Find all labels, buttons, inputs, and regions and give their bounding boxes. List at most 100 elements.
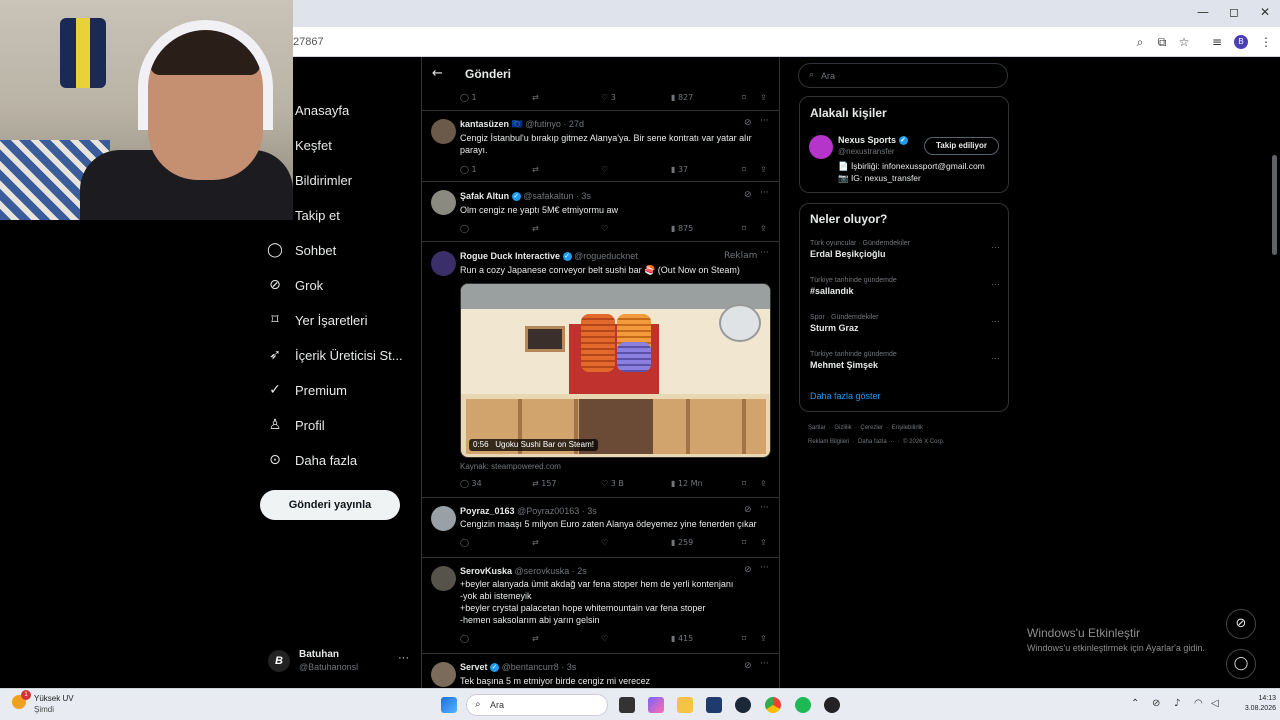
bookmark-button[interactable]: ⌑: [742, 479, 746, 488]
views-button[interactable]: ▮ 37: [671, 165, 688, 174]
following-button[interactable]: Takip ediliyor: [924, 137, 999, 155]
tweet-handle[interactable]: @safakaltun · 3s: [523, 191, 591, 201]
bookmark-button[interactable]: ⌑: [742, 93, 746, 102]
tweet[interactable]: SerovKuska @serovkuska · 2s ⊘ ··· +beyle…: [422, 558, 779, 654]
more-icon[interactable]: ···: [991, 242, 1000, 252]
menu-icon[interactable]: ⋮: [1258, 34, 1274, 50]
more-icon[interactable]: ···: [760, 248, 769, 258]
grok-fab-icon[interactable]: ⊘: [1226, 609, 1256, 639]
more-icon[interactable]: ···: [991, 279, 1000, 289]
file-explorer-icon[interactable]: [677, 697, 693, 713]
sidebar-item-yer-i-şaretleri[interactable]: ⌑ Yer İşaretleri: [267, 310, 367, 330]
avatar[interactable]: [431, 119, 456, 144]
network-off-icon[interactable]: ⊘: [1152, 698, 1160, 709]
avatar[interactable]: [431, 190, 456, 215]
install-app-icon[interactable]: ⧉: [1154, 34, 1170, 50]
bookmark-button[interactable]: ⌑: [742, 634, 746, 643]
maximize-icon[interactable]: ◻: [1224, 5, 1244, 21]
more-icon[interactable]: ···: [760, 659, 769, 669]
more-icon[interactable]: ···: [760, 116, 769, 126]
post-button[interactable]: Gönderi yayınla: [260, 490, 400, 520]
tweet[interactable]: Servet ✓ @bentancurr8 · 3s ⊘ ··· Tek baş…: [422, 654, 779, 688]
app-icon[interactable]: [824, 697, 840, 713]
sidebar-item-premium[interactable]: ✓ Premium: [267, 380, 347, 400]
like-button[interactable]: ♡ 3 B: [601, 479, 624, 488]
sidebar-item-grok[interactable]: ⊘ Grok: [267, 275, 323, 295]
tweet-handle[interactable]: @futinyo · 27d: [525, 119, 584, 129]
grok-icon[interactable]: ⊘: [744, 661, 752, 671]
tweet-handle[interactable]: @serovkuska · 2s: [515, 566, 587, 576]
scrollbar-thumb[interactable]: [1272, 155, 1277, 255]
avatar[interactable]: [431, 662, 456, 687]
like-button[interactable]: ♡ 3: [601, 93, 616, 102]
footer-link[interactable]: Reklam Bilgileri: [808, 439, 849, 445]
more-icon[interactable]: ···: [991, 353, 1000, 363]
like-button[interactable]: ♡: [601, 165, 608, 174]
avatar[interactable]: [809, 135, 833, 159]
footer-link[interactable]: Gizlilik: [834, 425, 851, 431]
more-icon[interactable]: ···: [398, 652, 409, 664]
footer-link[interactable]: Daha fazla ···: [858, 439, 894, 445]
tweet-author[interactable]: Poyraz_0163: [460, 506, 515, 516]
reply-button[interactable]: ◯: [460, 224, 469, 233]
footer-link[interactable]: Çerezler: [860, 425, 883, 431]
task-view-icon[interactable]: [619, 697, 635, 713]
scrollbar[interactable]: [1270, 57, 1280, 688]
tweet-author[interactable]: Şafak Altun: [460, 191, 509, 201]
avatar[interactable]: [431, 566, 456, 591]
steam-icon[interactable]: [735, 697, 751, 713]
sidebar-item-profil[interactable]: ♙ Profil: [267, 415, 325, 435]
microphone-icon[interactable]: ♪: [1174, 698, 1180, 709]
account-switcher[interactable]: B Batuhan @Batuhanonsl ···: [268, 648, 418, 678]
spotify-icon[interactable]: [795, 697, 811, 713]
avatar[interactable]: [431, 506, 456, 531]
reply-button[interactable]: ◯ 1: [460, 165, 477, 174]
retweet-button[interactable]: ⇄: [532, 538, 539, 547]
store-icon[interactable]: [706, 697, 722, 713]
more-icon[interactable]: ···: [760, 563, 769, 573]
url-text[interactable]: 27867: [293, 36, 324, 48]
more-icon[interactable]: ···: [760, 503, 769, 513]
chevron-up-icon[interactable]: ⌃: [1131, 698, 1139, 709]
trend-item[interactable]: Türkiye tarihinde gündemde #sallandık ··…: [810, 277, 1000, 296]
grok-icon[interactable]: ⊘: [744, 505, 752, 515]
bookmark-button[interactable]: ⌑: [742, 224, 746, 233]
trend-item[interactable]: Spor · Gündemdekiler Sturm Graz ···: [810, 314, 1000, 333]
tweet-author[interactable]: kantasüzen: [460, 119, 509, 129]
messages-fab-icon[interactable]: ◯: [1226, 649, 1256, 679]
close-icon[interactable]: ✕: [1255, 5, 1275, 21]
like-button[interactable]: ♡: [601, 538, 608, 547]
like-button[interactable]: ♡: [601, 634, 608, 643]
sidebar-item-daha-fazla[interactable]: ⊙ Daha fazla: [267, 450, 357, 470]
trend-item[interactable]: Türk oyuncular · Gündemdekiler Erdal Beş…: [810, 240, 1000, 259]
minimize-icon[interactable]: —: [1193, 5, 1213, 21]
retweet-button[interactable]: ⇄: [532, 634, 539, 643]
share-button[interactable]: ⇪: [760, 479, 767, 488]
views-button[interactable]: ▮ 415: [671, 634, 693, 643]
video-player[interactable]: 0:56 Ugoku Sushi Bar on Steam!: [460, 283, 771, 458]
sidebar-item-sohbet[interactable]: ◯ Sohbet: [267, 240, 336, 260]
tweet-ad[interactable]: Rogue Duck Interactive ✓ @rogueducknet R…: [422, 242, 779, 498]
retweet-button[interactable]: ⇄: [532, 224, 539, 233]
zoom-icon[interactable]: ⌕: [1132, 34, 1148, 50]
reply-button[interactable]: ◯: [460, 538, 469, 547]
trend-item[interactable]: Türkiye tarihinde gündemde Mehmet Şimşek…: [810, 351, 1000, 370]
more-icon[interactable]: ···: [991, 316, 1000, 326]
clock[interactable]: 14:13 3.08.2026: [1226, 694, 1276, 714]
share-button[interactable]: ⇪: [760, 93, 767, 102]
retweet-button[interactable]: ⇄: [532, 165, 539, 174]
chrome-icon[interactable]: [765, 697, 781, 713]
share-button[interactable]: ⇪: [760, 224, 767, 233]
grok-icon[interactable]: ⊘: [744, 190, 752, 200]
reply-button[interactable]: ◯: [460, 634, 469, 643]
tweet-author[interactable]: Servet: [460, 662, 488, 672]
tweet-handle[interactable]: @bentancurr8 · 3s: [502, 662, 577, 672]
wifi-icon[interactable]: ◠: [1194, 698, 1203, 709]
tweet[interactable]: Poyraz_0163 @Poyraz00163 · 3s ⊘ ··· Ceng…: [422, 498, 779, 558]
tweet-handle[interactable]: @rogueducknet: [574, 251, 638, 261]
share-button[interactable]: ⇪: [760, 165, 767, 174]
star-icon[interactable]: ☆: [1176, 34, 1192, 50]
reply-button[interactable]: ◯ 34: [460, 479, 482, 488]
reply-button[interactable]: ◯ 1: [460, 93, 477, 102]
retweet-button[interactable]: ⇄: [532, 93, 539, 102]
